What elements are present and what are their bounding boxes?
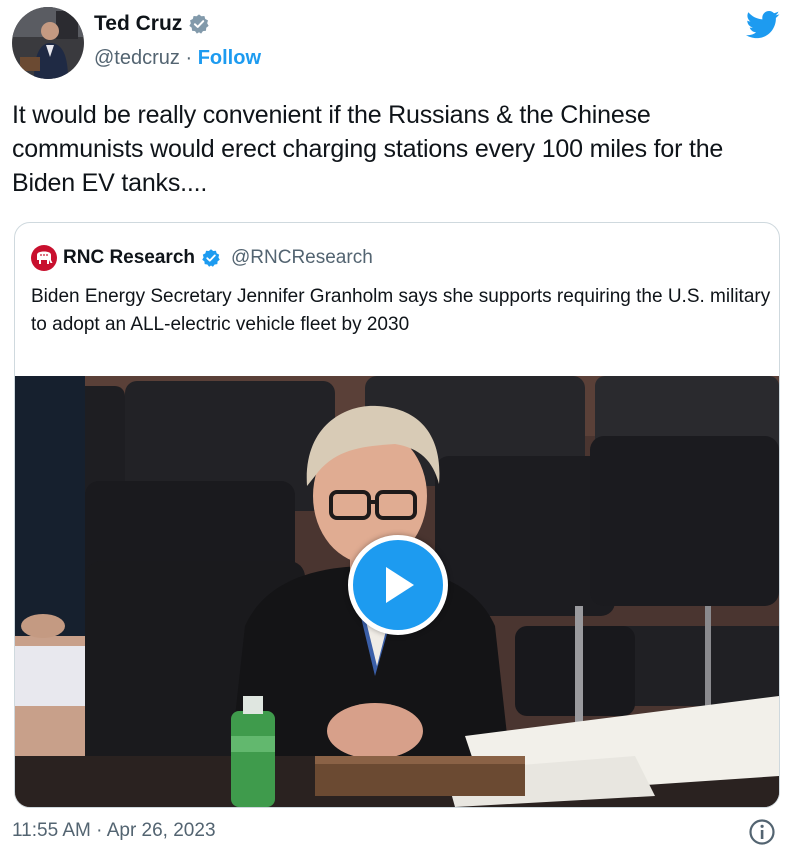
info-icon[interactable] — [748, 818, 776, 846]
author-handle[interactable]: @tedcruz — [94, 47, 180, 69]
quoted-author-handle[interactable]: @RNCResearch — [231, 247, 373, 269]
play-icon — [386, 567, 414, 603]
author-name[interactable]: Ted Cruz — [94, 12, 182, 36]
author-avatar[interactable] — [12, 7, 84, 79]
quoted-author-avatar[interactable] — [31, 245, 57, 271]
author-name-row[interactable]: Ted Cruz — [94, 12, 210, 36]
quoted-tweet-text: Biden Energy Secretary Jennifer Granholm… — [31, 286, 771, 335]
quoted-author-name[interactable]: RNC Research — [63, 247, 195, 269]
tweet-text: It would be really convenient if the Rus… — [12, 101, 724, 197]
video-thumbnail[interactable] — [15, 376, 779, 807]
quoted-tweet-card[interactable]: RNC Research @RNCResearch Biden Energy S… — [14, 222, 780, 808]
twitter-bird-icon[interactable] — [746, 10, 780, 40]
follow-button[interactable]: Follow — [198, 47, 261, 69]
separator-dot: · — [185, 47, 193, 69]
verified-badge-icon — [189, 14, 209, 34]
tweet-timestamp[interactable]: 11:55 AM · Apr 26, 2023 — [12, 820, 216, 842]
author-handle-line: @tedcruz · Follow — [94, 47, 261, 70]
verified-badge-icon — [202, 249, 220, 267]
play-button[interactable] — [348, 535, 448, 635]
elephant-icon — [37, 251, 53, 264]
tweet-card: Ted Cruz @tedcruz · Follow It would be r… — [0, 0, 800, 851]
quoted-tweet-header: RNC Research @RNCResearch — [31, 245, 373, 271]
